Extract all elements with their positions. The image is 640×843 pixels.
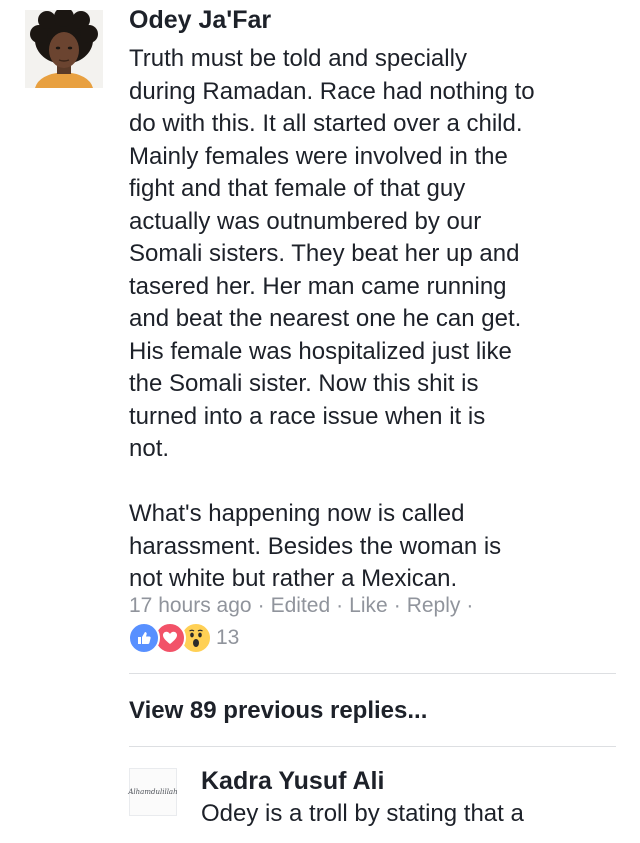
reply-avatar[interactable]: Alhamdulillah xyxy=(128,768,178,816)
comment-text-line: turned into a race issue when it is xyxy=(129,402,486,430)
reply-author-name[interactable]: Kadra Yusuf Ali xyxy=(201,764,384,798)
comment-body: Odey Ja'Far Truth must be told and speci… xyxy=(129,0,629,596)
like-link[interactable]: Like xyxy=(349,594,388,617)
meta-separator: · xyxy=(336,594,344,617)
meta-separator: · xyxy=(257,594,265,617)
comment-text-line: Mainly females were involved in the xyxy=(129,142,508,170)
comment-text-line: Somali sisters. They beat her up and xyxy=(129,240,520,267)
comment-text-line: during Ramadan. Race had nothing to xyxy=(129,77,535,105)
view-previous-replies-link[interactable]: View 89 previous replies... xyxy=(129,695,427,727)
meta-separator: · xyxy=(393,594,401,617)
comment-text-line: harassment. Besides the woman is xyxy=(129,532,502,560)
comment-timestamp[interactable]: 17 hours ago xyxy=(129,594,252,617)
comment-text-line: His female was hospitalized just like xyxy=(129,337,512,365)
edited-label[interactable]: Edited xyxy=(271,594,331,617)
comment-thread: Odey Ja'Far Truth must be told and speci… xyxy=(0,0,640,843)
reply-text: Odey is a troll by stating that a xyxy=(201,800,524,827)
divider xyxy=(129,746,616,747)
comment-text-line: not white but rather a Mexican. xyxy=(129,565,458,592)
reply-avatar-text: Alhamdulillah xyxy=(128,788,178,796)
comment-text-line: Truth must be told and specially xyxy=(129,45,467,72)
reactions-summary[interactable]: 13 xyxy=(128,622,239,654)
like-icon xyxy=(128,622,160,654)
divider xyxy=(129,673,616,674)
comment-text: Truth must be told and specially during … xyxy=(129,43,629,596)
comment-text-line: actually was outnumbered by our xyxy=(129,207,482,235)
comment-meta: 17 hours ago · Edited · Like · Reply · xyxy=(129,592,479,620)
comment-text-line: tasered her. Her man came running xyxy=(129,272,507,300)
comment-text-line: What's happening now is called xyxy=(129,500,465,527)
reaction-count: 13 xyxy=(216,626,240,649)
profile-photo-icon xyxy=(25,10,103,88)
comment-text-line: do with this. It all started over a chil… xyxy=(129,110,523,137)
avatar[interactable] xyxy=(25,10,103,88)
comment-text-line: and beat the nearest one he can get. xyxy=(129,305,522,332)
comment-author-name[interactable]: Odey Ja'Far xyxy=(129,3,629,37)
meta-separator: · xyxy=(466,594,474,617)
comment-text-line: the Somali sister. Now this shit is xyxy=(129,370,479,397)
reply-link[interactable]: Reply xyxy=(407,594,461,617)
comment-text-line: fight and that female of that guy xyxy=(129,175,466,202)
comment-text-line: not. xyxy=(129,435,170,462)
